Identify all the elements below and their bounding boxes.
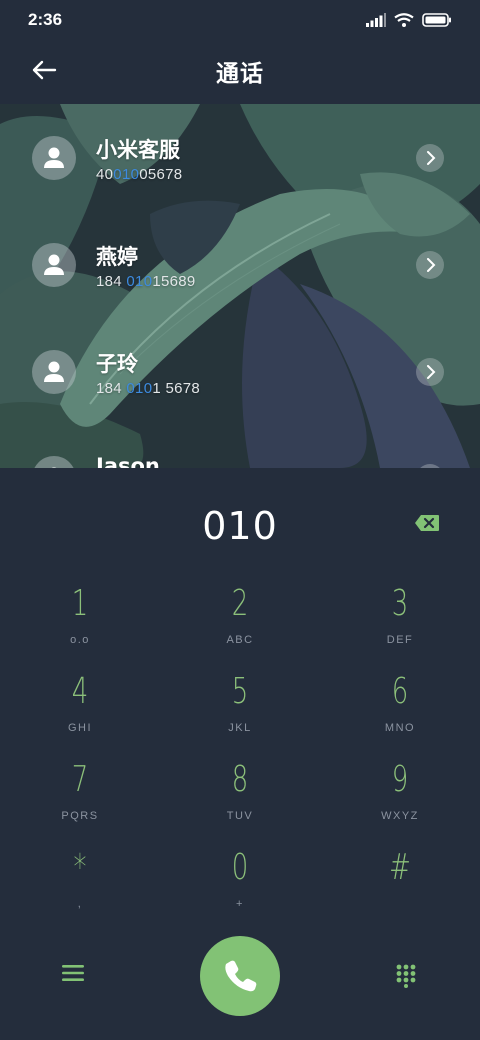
key-star[interactable]: * , [0, 846, 160, 934]
contact-item[interactable]: 子玲 184 0101 5678 [0, 340, 480, 430]
key-digit: 3 [391, 583, 409, 624]
person-icon [44, 361, 64, 382]
key-7[interactable]: 7 PQRS [0, 758, 160, 846]
contact-name: 燕婷 [96, 245, 138, 269]
key-letters: + [236, 898, 244, 910]
key-letters: PQRS [61, 810, 99, 822]
phone-icon [225, 960, 257, 992]
key-letters: , [77, 898, 83, 910]
key-5[interactable]: 5 JKL [160, 670, 320, 758]
key-letters: MNO [384, 722, 416, 734]
key-digit: 0 [231, 847, 249, 888]
key-0[interactable]: 0 + [160, 846, 320, 934]
header: 通话 [0, 40, 480, 104]
contact-detail-button[interactable] [416, 144, 444, 172]
contact-item[interactable]: 燕婷 184 01015689 [0, 233, 480, 323]
dial-number-display[interactable]: 010 [0, 504, 480, 548]
key-letters: JKL [228, 722, 252, 734]
contact-results: 小米客服 4001005678 燕婷 184 01015689 子玲 184 0… [0, 104, 480, 468]
key-1[interactable]: 1 ᴏ.ᴏ [0, 582, 160, 670]
key-letters: ᴏ.ᴏ [70, 634, 90, 646]
key-digit: 4 [71, 671, 89, 712]
contact-detail-button[interactable] [416, 358, 444, 386]
key-3[interactable]: 3 DEF [320, 582, 480, 670]
person-icon [44, 147, 64, 168]
keypad-icon [396, 964, 416, 988]
key-letters: ABC [226, 634, 254, 646]
key-digit: 8 [231, 759, 249, 800]
number-match: 010 [113, 166, 140, 183]
key-digit: 2 [231, 583, 249, 624]
key-letters: DEF [386, 634, 414, 646]
chevron-right-icon [427, 365, 436, 379]
bottom-bar [0, 932, 480, 1022]
key-digit: # [389, 847, 411, 888]
chevron-right-icon [427, 258, 436, 272]
key-9[interactable]: 9 WXYZ [320, 758, 480, 846]
key-6[interactable]: 6 MNO [320, 670, 480, 758]
key-digit: 5 [231, 671, 249, 712]
contact-name: Jason [96, 454, 160, 468]
key-digit: 1 [71, 583, 89, 624]
person-icon [44, 254, 64, 275]
number-match: 010 [126, 380, 153, 397]
contact-number: 184 0101 5678 [96, 380, 201, 397]
status-icons [366, 13, 452, 27]
signal-icon [366, 13, 386, 27]
key-digit: 9 [391, 759, 409, 800]
key-letters: WXYZ [381, 810, 419, 822]
key-digit: 7 [71, 759, 89, 800]
menu-button[interactable] [62, 964, 84, 986]
contact-detail-button[interactable] [416, 464, 444, 468]
avatar [32, 243, 76, 287]
key-8[interactable]: 8 TUV [160, 758, 320, 846]
avatar [32, 350, 76, 394]
contact-name: 小米客服 [96, 138, 180, 162]
avatar [32, 136, 76, 180]
key-4[interactable]: 4 GHI [0, 670, 160, 758]
status-bar: 2:36 [0, 0, 480, 40]
person-icon [51, 467, 57, 468]
status-time: 2:36 [28, 10, 63, 29]
dial-input-row: 010 [0, 490, 480, 560]
backspace-button[interactable] [414, 514, 440, 536]
contact-number: 184 01015689 [96, 273, 196, 290]
key-hash[interactable]: # [320, 846, 480, 934]
key-letters: TUV [226, 810, 254, 822]
key-letters: GHI [67, 722, 93, 734]
keypad-toggle-button[interactable] [396, 964, 416, 992]
contact-name: 子玲 [96, 352, 138, 376]
call-button[interactable] [200, 936, 280, 1016]
key-digit: * [73, 847, 87, 888]
contact-number: 4001005678 [96, 166, 183, 183]
page-title: 通话 [216, 61, 264, 87]
wifi-icon [394, 13, 414, 27]
contact-item[interactable]: Jason [0, 446, 480, 468]
contact-item[interactable]: 小米客服 4001005678 [0, 126, 480, 216]
chevron-right-icon [427, 151, 436, 165]
avatar [32, 456, 76, 468]
menu-icon [62, 965, 84, 981]
battery-icon [422, 13, 451, 27]
key-digit: 6 [391, 671, 409, 712]
number-match: 010 [126, 273, 153, 290]
contact-detail-button[interactable] [416, 251, 444, 279]
backspace-icon [415, 515, 439, 531]
key-2[interactable]: 2 ABC [160, 582, 320, 670]
